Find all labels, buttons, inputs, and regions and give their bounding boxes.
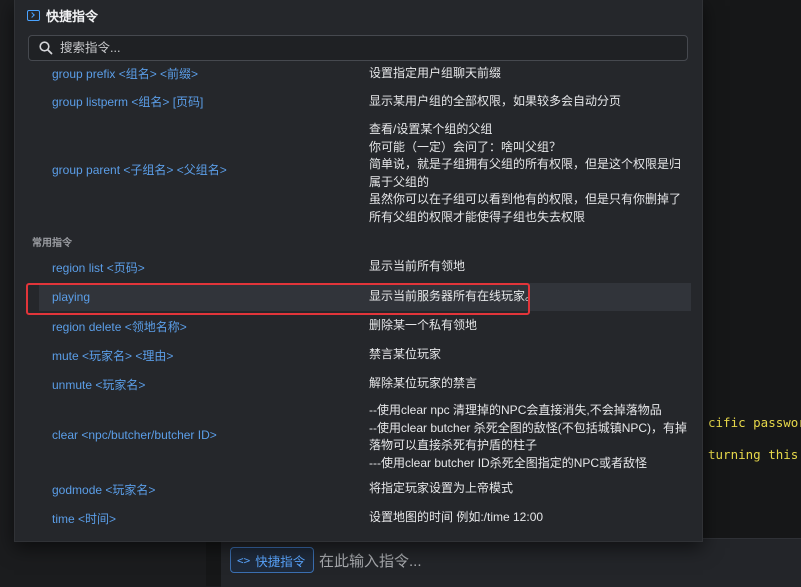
command-description: 设置地图的时间 例如:/time 12:00 xyxy=(369,510,544,524)
command-description: 解除某位玩家的禁言 xyxy=(369,376,478,390)
section-header-common: 常用指令 xyxy=(32,238,72,249)
search-input[interactable] xyxy=(54,40,687,56)
command-row[interactable]: group listperm <组名> [页码] 显示某用户组的全部权限，如果较… xyxy=(39,92,691,110)
quick-commands-button[interactable]: <> 快捷指令 xyxy=(230,547,315,573)
command-input-bar: <> 快捷指令 xyxy=(221,538,801,587)
command-row[interactable]: group parent <子组名> <父组名> 查看/设置某个组的父组 你可能… xyxy=(39,121,691,224)
command-text: unmute <玩家名> xyxy=(52,378,146,392)
command-row[interactable]: unmute <玩家名> 解除某位玩家的禁言 xyxy=(39,374,691,394)
command-description: 禁言某位玩家 xyxy=(369,347,442,361)
quick-commands-panel: 快捷指令 group prefix <组名> <前缀> 设置指定用户组聊天前缀 … xyxy=(14,0,703,542)
command-row[interactable]: time <时间> 设置地图的时间 例如:/time 12:00 xyxy=(39,508,691,528)
command-description: 查看/设置某个组的父组 你可能（一定）会问了：啥叫父组？ 简单说，就是子组拥有父… xyxy=(369,122,682,224)
terminal-line: turning this xyxy=(708,447,799,462)
code-icon: <> xyxy=(237,553,251,567)
panel-title: 快捷指令 xyxy=(46,9,99,24)
terminal-line: cific password xyxy=(708,415,801,430)
command-description: 显示某用户组的全部权限，如果较多会自动分页 xyxy=(369,94,622,108)
search-icon xyxy=(38,40,54,56)
command-text: godmode <玩家名> xyxy=(52,483,156,497)
command-description: 删除某一个私有领地 xyxy=(369,318,478,332)
command-text: group prefix <组名> <前缀> xyxy=(52,67,199,81)
command-text: group listperm <组名> [页码] xyxy=(52,95,204,109)
command-row[interactable]: clear <npc/butcher/butcher ID> --使用clear… xyxy=(39,402,691,470)
command-description: 显示当前服务器所有在线玩家。 xyxy=(369,289,538,303)
command-row[interactable]: region delete <领地名称> 删除某一个私有领地 xyxy=(39,316,691,336)
command-text: playing xyxy=(52,290,91,304)
command-description: --使用clear npc 清理掉的NPC会直接消失,不会掉落物品 --使用cl… xyxy=(369,403,688,470)
command-text: time <时间> xyxy=(52,512,117,526)
command-text: region delete <领地名称> xyxy=(52,320,187,334)
command-row[interactable]: region list <页码> 显示当前所有领地 xyxy=(39,257,691,277)
command-input[interactable] xyxy=(317,547,781,575)
command-search-box[interactable] xyxy=(28,35,688,61)
command-description: 将指定玩家设置为上帝模式 xyxy=(369,481,514,495)
command-row[interactable]: mute <玩家名> <理由> 禁言某位玩家 xyxy=(39,345,691,365)
command-row[interactable]: group prefix <组名> <前缀> 设置指定用户组聊天前缀 xyxy=(39,65,691,81)
command-text: clear <npc/butcher/butcher ID> xyxy=(52,428,217,442)
panel-header: 快捷指令 xyxy=(27,6,98,25)
command-text: mute <玩家名> <理由> xyxy=(52,349,174,363)
terminal-icon xyxy=(27,10,40,21)
command-text: group parent <子组名> <父组名> xyxy=(52,163,227,177)
command-row-playing[interactable]: playing 显示当前服务器所有在线玩家。 xyxy=(39,283,691,311)
quick-commands-label: 快捷指令 xyxy=(255,554,306,569)
command-description: 显示当前所有领地 xyxy=(369,259,466,273)
command-row[interactable]: godmode <玩家名> 将指定玩家设置为上帝模式 xyxy=(39,479,691,499)
command-list: group prefix <组名> <前缀> 设置指定用户组聊天前缀 group… xyxy=(15,62,702,541)
command-description: 设置指定用户组聊天前缀 xyxy=(369,66,502,80)
command-text: region list <页码> xyxy=(52,261,145,275)
